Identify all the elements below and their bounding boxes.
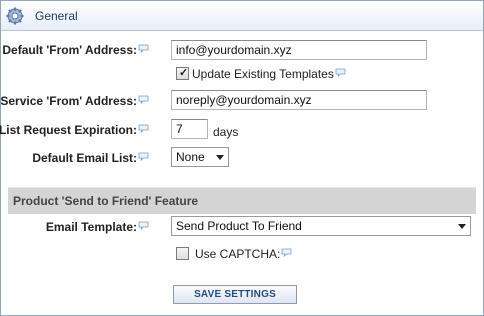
panel-title: General: [35, 9, 78, 23]
panel-header: General: [1, 1, 483, 31]
help-bubble-icon[interactable]: [138, 95, 149, 104]
list-expiration-row: List Request Expiration: 7 days: [0, 119, 483, 143]
list-expiration-label: List Request Expiration:: [0, 123, 137, 137]
help-bubble-icon[interactable]: [335, 68, 346, 77]
settings-panel: General Default 'From' Address: info@you…: [0, 0, 484, 316]
send-to-friend-section: Product 'Send to Friend' Feature: [8, 187, 476, 214]
update-existing-checkbox[interactable]: ✓: [176, 67, 189, 80]
email-template-row: Email Template: Send Product To Friend: [1, 216, 483, 240]
update-existing-label-wrap: Update Existing Templates: [192, 67, 346, 81]
section-title: Product 'Send to Friend' Feature: [13, 194, 199, 208]
help-bubble-icon[interactable]: [138, 44, 149, 53]
use-captcha-checkbox[interactable]: [176, 247, 189, 260]
default-list-label: Default Email List:: [32, 151, 137, 165]
default-list-label-wrap: Default Email List:: [32, 151, 149, 165]
gear-icon: [6, 7, 24, 25]
service-from-input[interactable]: noreply@yourdomain.xyz: [171, 90, 427, 110]
chevron-down-icon: [216, 155, 224, 160]
chevron-down-icon: [458, 224, 466, 229]
use-captcha-label-wrap: Use CAPTCHA:: [195, 247, 292, 261]
default-list-select[interactable]: None: [171, 147, 229, 167]
default-from-label: Default 'From' Address:: [2, 43, 137, 57]
check-mark-icon: ✓: [179, 67, 189, 79]
service-from-label-wrap: Service 'From' Address:: [0, 94, 149, 108]
save-settings-button[interactable]: SAVE SETTINGS: [173, 285, 297, 304]
default-from-row: Default 'From' Address: info@yourdomain.…: [1, 39, 483, 63]
default-list-value: None: [176, 150, 205, 164]
list-expiration-unit: days: [213, 125, 239, 139]
email-template-select[interactable]: Send Product To Friend: [171, 216, 471, 236]
list-expiration-label-wrap: List Request Expiration:: [0, 123, 149, 137]
help-bubble-icon[interactable]: [138, 152, 149, 161]
use-captcha-label: Use CAPTCHA:: [195, 247, 281, 261]
service-from-label: Service 'From' Address:: [0, 94, 137, 108]
default-from-input[interactable]: info@yourdomain.xyz: [171, 40, 427, 60]
default-from-label-wrap: Default 'From' Address:: [2, 43, 149, 57]
email-template-label: Email Template:: [45, 220, 137, 234]
list-expiration-input[interactable]: 7: [171, 119, 208, 139]
help-bubble-icon[interactable]: [138, 124, 149, 133]
default-list-row: Default Email List: None: [1, 147, 483, 171]
service-from-row: Service 'From' Address: noreply@yourdoma…: [0, 90, 483, 114]
email-template-label-wrap: Email Template:: [46, 220, 149, 234]
email-template-value: Send Product To Friend: [176, 219, 302, 233]
help-bubble-icon[interactable]: [138, 221, 149, 230]
help-bubble-icon[interactable]: [281, 248, 292, 257]
update-existing-label: Update Existing Templates: [192, 67, 334, 81]
